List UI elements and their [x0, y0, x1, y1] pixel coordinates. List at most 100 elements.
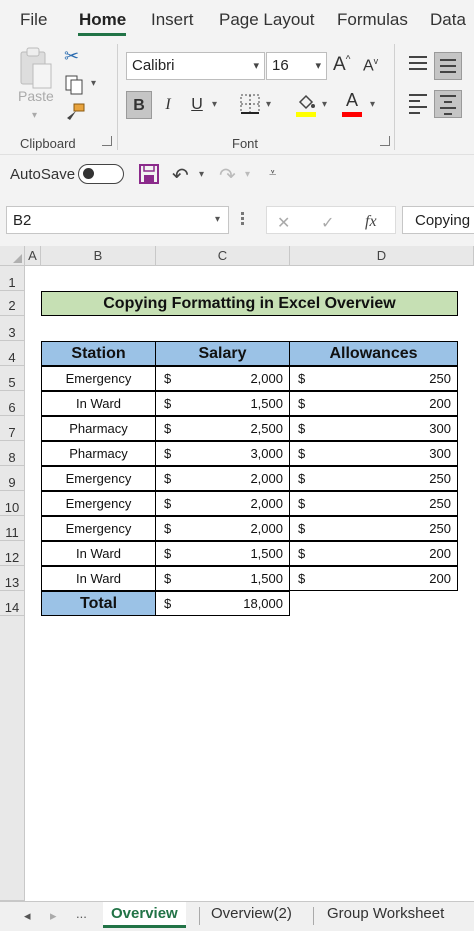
allowance-cell[interactable]: $200: [289, 391, 458, 416]
font-size-select[interactable]: 16 ▾: [266, 52, 327, 80]
formula-bar-grip-icon[interactable]: [241, 212, 244, 228]
allowance-cell[interactable]: $300: [289, 416, 458, 441]
salary-cell[interactable]: $2,000: [155, 466, 290, 491]
tab-data[interactable]: Data: [430, 10, 466, 30]
row-header[interactable]: 6: [0, 391, 25, 416]
tab-more-button[interactable]: ...: [76, 906, 87, 921]
row-header[interactable]: 2: [0, 291, 25, 316]
header-allowances[interactable]: Allowances: [289, 341, 458, 366]
station-cell[interactable]: Emergency: [41, 516, 156, 541]
copy-icon[interactable]: [64, 74, 83, 96]
borders-dropdown-icon[interactable]: ▾: [266, 99, 271, 110]
station-cell[interactable]: In Ward: [41, 391, 156, 416]
allowance-cell[interactable]: $250: [289, 366, 458, 391]
salary-cell[interactable]: $1,500: [155, 391, 290, 416]
column-header-a[interactable]: A: [25, 246, 41, 266]
column-header-c[interactable]: C: [156, 246, 290, 266]
copy-dropdown-icon[interactable]: ▾: [91, 78, 96, 89]
borders-icon[interactable]: [240, 94, 260, 114]
fill-color-icon[interactable]: [296, 92, 316, 118]
cut-icon[interactable]: ✂: [64, 46, 79, 67]
station-cell[interactable]: In Ward: [41, 566, 156, 591]
font-name-select[interactable]: Calibri ▾: [126, 52, 265, 80]
salary-cell[interactable]: $1,500: [155, 566, 290, 591]
tab-insert[interactable]: Insert: [151, 10, 194, 30]
row-header[interactable]: 8: [0, 441, 25, 466]
underline-button[interactable]: U: [184, 91, 210, 119]
save-icon[interactable]: [139, 164, 159, 184]
sheet-title-cell[interactable]: Copying Formatting in Excel Overview: [41, 291, 458, 316]
autosave-toggle[interactable]: [78, 164, 124, 184]
column-header-d[interactable]: D: [290, 246, 474, 266]
tab-scroll-left-icon[interactable]: ◂: [24, 908, 31, 924]
row-header[interactable]: 4: [0, 341, 25, 366]
salary-cell[interactable]: $1,500: [155, 541, 290, 566]
allowance-cell[interactable]: $250: [289, 466, 458, 491]
station-cell[interactable]: Emergency: [41, 491, 156, 516]
column-header-b[interactable]: B: [41, 246, 156, 266]
decrease-font-size-icon[interactable]: Av: [363, 56, 378, 75]
row-header[interactable]: 7: [0, 416, 25, 441]
font-color-dropdown-icon[interactable]: ▾: [370, 99, 375, 110]
station-cell[interactable]: Pharmacy: [41, 441, 156, 466]
row-header[interactable]: 10: [0, 491, 25, 516]
underline-dropdown-icon[interactable]: ▾: [212, 99, 217, 110]
station-cell[interactable]: Emergency: [41, 366, 156, 391]
row-header[interactable]: 12: [0, 541, 25, 566]
name-box[interactable]: B2 ▾: [6, 206, 229, 234]
italic-button[interactable]: I: [155, 91, 181, 119]
tab-formulas[interactable]: Formulas: [337, 10, 408, 30]
station-cell[interactable]: In Ward: [41, 541, 156, 566]
tab-home[interactable]: Home: [79, 10, 126, 30]
format-painter-icon[interactable]: [64, 102, 86, 124]
salary-cell[interactable]: $2,000: [155, 491, 290, 516]
row-header[interactable]: 11: [0, 516, 25, 541]
undo-icon[interactable]: ↶: [172, 163, 189, 188]
font-launcher-icon[interactable]: [380, 136, 390, 146]
allowance-cell[interactable]: $250: [289, 491, 458, 516]
tab-file[interactable]: File: [20, 10, 47, 30]
salary-cell[interactable]: $2,500: [155, 416, 290, 441]
allowance-cell[interactable]: $300: [289, 441, 458, 466]
enter-icon[interactable]: ✓: [321, 213, 334, 233]
sheet-tab-overview[interactable]: Overview: [103, 902, 186, 928]
total-label-cell[interactable]: Total: [41, 591, 156, 616]
row-header[interactable]: 1: [0, 266, 25, 291]
fill-color-dropdown-icon[interactable]: ▾: [322, 99, 327, 110]
sheet-tab-group-worksheet[interactable]: Group Worksheet: [319, 902, 452, 928]
row-header[interactable]: 13: [0, 566, 25, 591]
row-header[interactable]: 14: [0, 591, 25, 616]
cancel-icon[interactable]: ✕: [277, 213, 290, 233]
insert-function-icon[interactable]: fx: [365, 213, 377, 231]
select-all-corner[interactable]: [0, 246, 25, 266]
row-header[interactable]: 3: [0, 316, 25, 341]
tab-page-layout[interactable]: Page Layout: [219, 10, 314, 30]
sheet-tab-overview-2[interactable]: Overview(2): [203, 902, 300, 928]
align-middle-icon[interactable]: [434, 52, 462, 80]
tab-scroll-right-icon[interactable]: ▸: [50, 908, 57, 924]
salary-cell[interactable]: $3,000: [155, 441, 290, 466]
redo-icon[interactable]: ↷: [219, 163, 236, 188]
row-header[interactable]: 5: [0, 366, 25, 391]
header-salary[interactable]: Salary: [155, 341, 290, 366]
bold-button[interactable]: B: [126, 91, 152, 119]
align-top-icon[interactable]: [404, 52, 432, 80]
font-color-icon[interactable]: A: [342, 90, 362, 118]
allowance-cell[interactable]: $200: [289, 566, 458, 591]
formula-input[interactable]: Copying: [402, 206, 474, 234]
salary-cell[interactable]: $2,000: [155, 516, 290, 541]
redo-dropdown-icon[interactable]: ▾: [245, 169, 250, 180]
align-center-icon[interactable]: [434, 90, 462, 118]
paste-icon[interactable]: [17, 46, 55, 92]
clipboard-launcher-icon[interactable]: [102, 136, 112, 146]
station-cell[interactable]: Emergency: [41, 466, 156, 491]
header-station[interactable]: Station: [41, 341, 156, 366]
row-header[interactable]: 9: [0, 466, 25, 491]
paste-dropdown-icon[interactable]: ▾: [32, 110, 37, 121]
align-left-icon[interactable]: [404, 90, 432, 118]
increase-font-size-icon[interactable]: A^: [333, 54, 350, 76]
station-cell[interactable]: Pharmacy: [41, 416, 156, 441]
salary-cell[interactable]: $2,000: [155, 366, 290, 391]
allowance-cell[interactable]: $200: [289, 541, 458, 566]
total-salary-cell[interactable]: $ 18,000: [155, 591, 290, 616]
